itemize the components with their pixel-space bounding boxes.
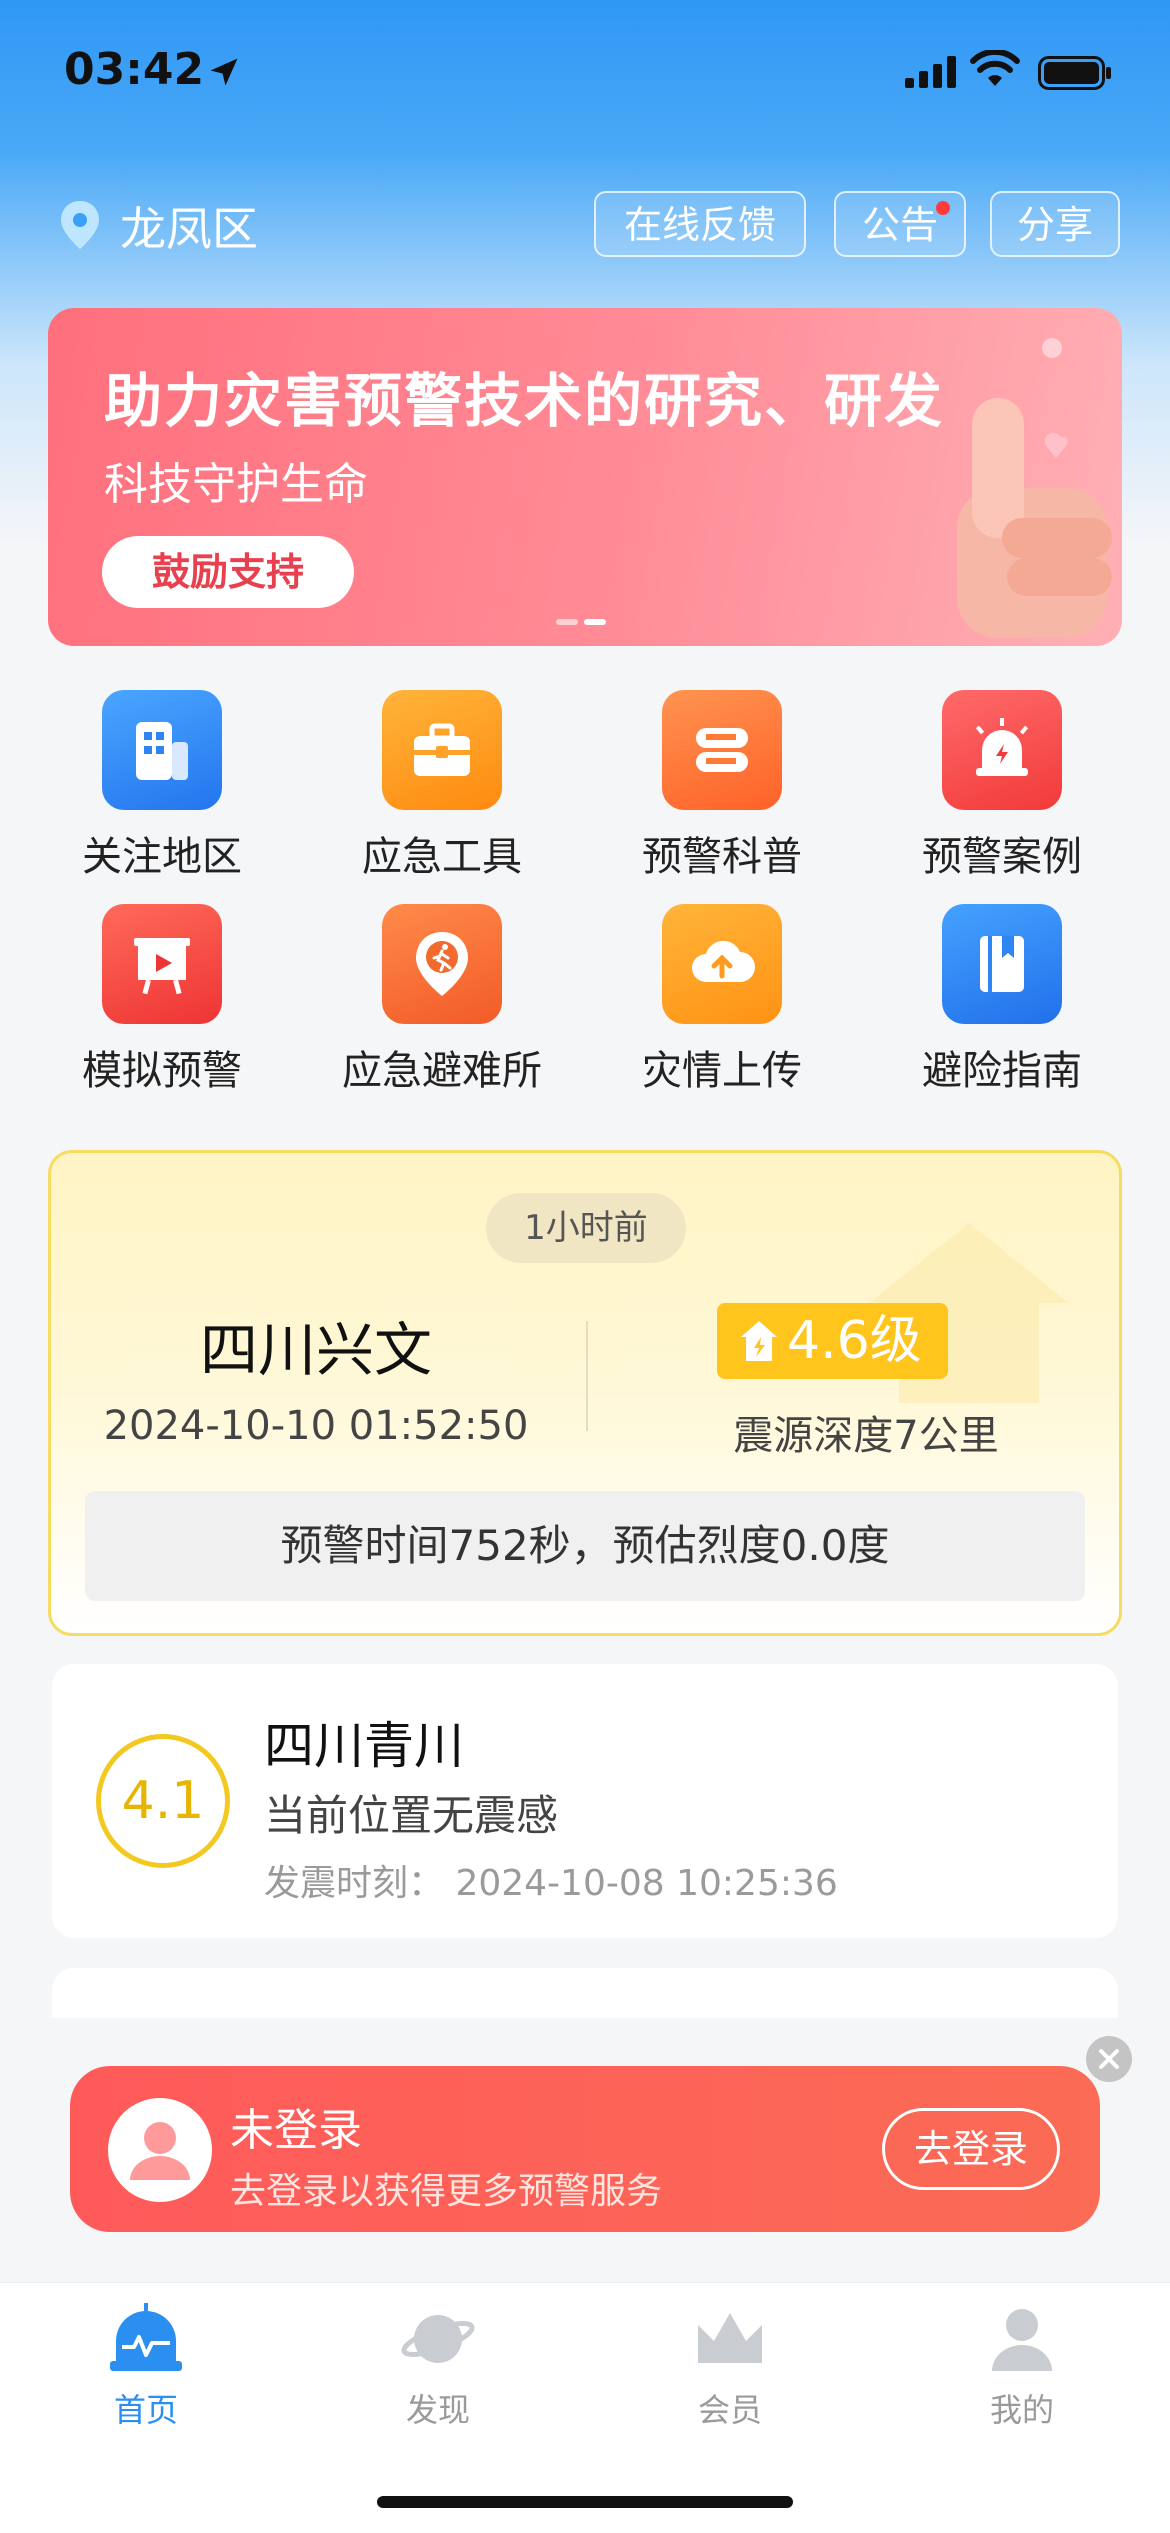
- grid-label: 预警案例: [922, 834, 1082, 880]
- quake-datetime: 2024-10-10 01:52:50: [103, 1403, 529, 1449]
- feature-grid: 关注地区 应急工具 预警科普 预警案例 模拟预警 应急避难所 灾情上传 避险指南: [0, 690, 1170, 1110]
- planet-icon: [401, 2315, 475, 2363]
- current-location[interactable]: 龙凤区: [120, 193, 258, 259]
- tab-profile[interactable]: 我的: [876, 2303, 1168, 2431]
- login-title: 未登录: [230, 2105, 362, 2156]
- quake-location: 四川兴文: [199, 1316, 432, 1384]
- book-stack-icon: [662, 690, 782, 810]
- grid-item-watch-area[interactable]: 关注地区: [22, 690, 302, 890]
- notice-label: 公告: [861, 203, 938, 247]
- house-quake-icon: [741, 1321, 777, 1361]
- grid-label: 灾情上传: [642, 1048, 802, 1094]
- close-icon: [1099, 2049, 1119, 2069]
- status-bar: 03:42: [0, 0, 1170, 150]
- grid-item-safety-guide[interactable]: 避险指南: [862, 904, 1142, 1104]
- location-pin-icon[interactable]: [58, 199, 102, 251]
- tab-label: 发现: [405, 2391, 470, 2429]
- login-prompt-bar[interactable]: 未登录 去登录以获得更多预警服务 去登录: [70, 2066, 1100, 2232]
- time-ago-badge: 1小时前: [486, 1193, 686, 1263]
- pagination-dot: [556, 619, 578, 625]
- quake-feel: 当前位置无震感: [264, 1791, 559, 1840]
- magnitude-badge: 4.6级: [717, 1303, 948, 1379]
- location-arrow-icon: [210, 58, 238, 86]
- home-indicator: [377, 2496, 793, 2508]
- go-login-button[interactable]: 去登录: [882, 2108, 1060, 2190]
- grid-label: 应急避难所: [342, 1048, 542, 1094]
- grid-label: 预警科普: [642, 834, 802, 880]
- cloud-upload-icon: [662, 904, 782, 1024]
- quake-list-item[interactable]: 4.1 四川青川 当前位置无震感 发震时刻： 2024-10-08 10:25:…: [52, 1664, 1118, 1938]
- quake-location: 四川青川: [264, 1717, 464, 1775]
- alarm-light-icon: [942, 690, 1062, 810]
- grid-label: 关注地区: [82, 834, 242, 880]
- latest-quake-card[interactable]: 1小时前 四川兴文 2024-10-10 01:52:50 4.6级 震源深度7…: [48, 1150, 1122, 1636]
- grid-item-emergency-tools[interactable]: 应急工具: [302, 690, 582, 890]
- magnitude-value: 4.6级: [787, 1311, 922, 1371]
- guide-book-icon: [942, 904, 1062, 1024]
- grid-item-simulated-warning[interactable]: 模拟预警: [22, 904, 302, 1104]
- top-header: 龙凤区 在线反馈 公告 分享: [0, 185, 1170, 265]
- quake-list-item-partial[interactable]: [52, 1968, 1118, 2018]
- login-subtitle: 去登录以获得更多预警服务: [230, 2171, 663, 2212]
- alarm-home-icon: [110, 2303, 182, 2371]
- battery-icon: [1038, 56, 1111, 90]
- person-icon: [992, 2309, 1052, 2371]
- grid-label: 避险指南: [922, 1048, 1082, 1094]
- pagination-dot-active: [584, 619, 606, 625]
- crown-icon: [698, 2313, 762, 2363]
- tab-home[interactable]: 首页: [0, 2303, 292, 2431]
- grid-item-warning-science[interactable]: 预警科普: [582, 690, 862, 890]
- notice-button[interactable]: 公告: [834, 191, 966, 257]
- grid-item-warning-cases[interactable]: 预警案例: [862, 690, 1142, 890]
- magnitude-circle: 4.1: [96, 1734, 230, 1868]
- promo-banner[interactable]: 助力灾害预警技术的研究、研发 科技守护生命 鼓励支持: [48, 308, 1122, 646]
- unread-dot: [936, 201, 950, 215]
- close-login-prompt-button[interactable]: [1086, 2036, 1132, 2082]
- quake-time: 发震时刻： 2024-10-08 10:25:36: [264, 1863, 838, 1904]
- banner-title: 助力灾害预警技术的研究、研发: [104, 367, 945, 435]
- share-button[interactable]: 分享: [990, 191, 1120, 257]
- tab-label: 我的: [989, 2391, 1054, 2429]
- tab-label: 首页: [113, 2391, 178, 2429]
- tab-membership[interactable]: 会员: [584, 2303, 876, 2431]
- cellular-signal-icon: [905, 56, 956, 88]
- default-avatar-icon: [130, 2122, 190, 2180]
- divider: [586, 1321, 588, 1431]
- support-button[interactable]: 鼓励支持: [102, 536, 354, 608]
- tab-discover[interactable]: 发现: [292, 2303, 584, 2431]
- feedback-button[interactable]: 在线反馈: [594, 191, 806, 257]
- warning-summary: 预警时间752秒，预估烈度0.0度: [85, 1491, 1085, 1601]
- toolbox-icon: [382, 690, 502, 810]
- grid-label: 模拟预警: [82, 1048, 242, 1094]
- wifi-icon: [970, 50, 1020, 86]
- tab-label: 会员: [697, 2391, 762, 2429]
- banner-subtitle: 科技守护生命: [104, 459, 368, 510]
- avatar: [108, 2098, 212, 2202]
- grid-item-disaster-upload[interactable]: 灾情上传: [582, 904, 862, 1104]
- grid-item-shelter[interactable]: 应急避难所: [302, 904, 582, 1104]
- presentation-icon: [102, 904, 222, 1024]
- banner-pagination: [556, 610, 612, 629]
- building-icon: [102, 690, 222, 810]
- status-time: 03:42: [64, 44, 205, 95]
- grid-label: 应急工具: [362, 834, 522, 880]
- quake-depth: 震源深度7公里: [733, 1413, 999, 1459]
- shelter-pin-icon: [382, 904, 502, 1024]
